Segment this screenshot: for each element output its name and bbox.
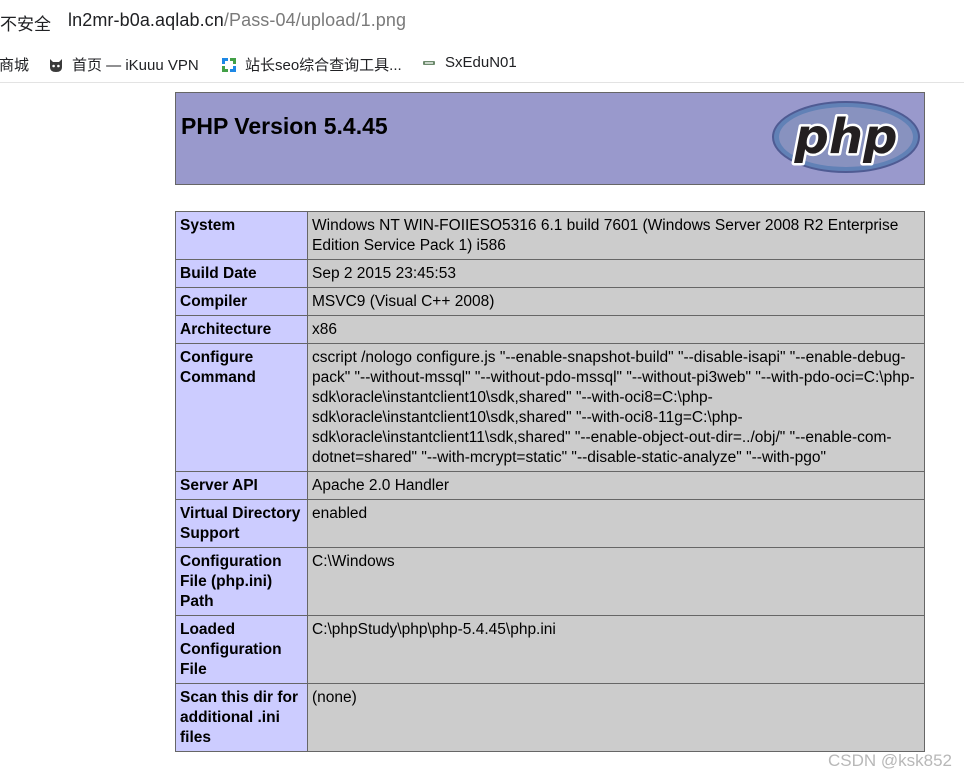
row-key: Scan this dir for additional .ini files	[175, 683, 308, 752]
bookmark-item-ikuuu[interactable]: 首页 — iKuuu VPN	[48, 54, 199, 75]
seo-tool-icon	[221, 57, 237, 73]
php-version-title: PHP Version 5.4.45	[181, 113, 388, 139]
row-value: Apache 2.0 Handler	[307, 471, 925, 500]
phpinfo-table: System Windows NT WIN-FOIIESO5316 6.1 bui…	[175, 211, 925, 752]
table-row: Configuration File (php.ini) Path C:\Wind…	[175, 547, 925, 616]
table-row: Architecture x86	[175, 315, 925, 344]
url-path: /Pass-04/upload/1.png	[223, 10, 407, 30]
sx-site-icon	[421, 55, 437, 71]
bookmark-label: SxEduN01	[445, 54, 517, 71]
row-key: Loaded Configuration File	[175, 615, 308, 684]
csdn-watermark: CSDN @ksk852	[828, 751, 953, 770]
table-row: Server API Apache 2.0 Handler	[175, 471, 925, 500]
php-logo[interactable]: php php	[771, 99, 921, 180]
table-row: Build Date Sep 2 2015 23:45:53	[175, 259, 925, 288]
row-value: MSVC9 (Visual C++ 2008)	[307, 287, 925, 316]
table-row: System Windows NT WIN-FOIIESO5316 6.1 bui…	[175, 211, 925, 260]
table-row: Compiler MSVC9 (Visual C++ 2008)	[175, 287, 925, 316]
cat-icon	[48, 57, 64, 73]
row-key: Configuration File (php.ini) Path	[175, 547, 308, 616]
php-logo-text: php	[794, 109, 898, 165]
bookmark-label: 站长seo综合查询工具...	[245, 57, 402, 74]
bookmark-label: 东商城	[0, 57, 30, 74]
security-indicator[interactable]: 不安全	[0, 10, 51, 35]
url-host: ln2mr-b0a.aqlab.cn	[68, 10, 224, 30]
row-key: Server API	[175, 471, 308, 500]
row-key: Virtual Directory Support	[175, 499, 308, 548]
php-version-header: PHP Version 5.4.45 php php	[175, 92, 925, 185]
row-value: Sep 2 2015 23:45:53	[307, 259, 925, 288]
row-value: Windows NT WIN-FOIIESO5316 6.1 build 760…	[307, 211, 925, 260]
bookmark-label: 首页 — iKuuu VPN	[72, 57, 199, 74]
row-value: cscript /nologo configure.js "--enable-s…	[307, 343, 925, 472]
bookmark-item-sxedu[interactable]: SxEduN01	[421, 54, 517, 71]
row-value: C:\phpStudy\php\php-5.4.45\php.ini	[307, 615, 925, 684]
table-row: Configure Command cscript /nologo configu…	[175, 343, 925, 472]
row-key: Configure Command	[175, 343, 308, 472]
table-row: Loaded Configuration File C:\phpStudy\php…	[175, 615, 925, 684]
url-text[interactable]: ln2mr-b0a.aqlab.cn/Pass-04/upload/1.png	[68, 10, 406, 31]
table-row: Virtual Directory Support enabled	[175, 499, 925, 548]
row-key: System	[175, 211, 308, 260]
row-value: (none)	[307, 683, 925, 752]
table-row: Scan this dir for additional .ini files(…	[175, 683, 925, 752]
row-value: x86	[307, 315, 925, 344]
row-value: C:\Windows	[307, 547, 925, 616]
row-value: enabled	[307, 499, 925, 548]
bookmark-item-1[interactable]: 东商城	[0, 54, 29, 75]
bookmark-item-seo[interactable]: 站长seo综合查询工具...	[221, 54, 402, 75]
row-key: Build Date	[175, 259, 308, 288]
bookmarks-bar: 东商城 首页 — iKuuu VPN 站长seo综合查询工具...	[0, 44, 964, 83]
address-bar[interactable]: 不安全 ln2mr-b0a.aqlab.cn/Pass-04/upload/1.…	[0, 0, 964, 44]
row-key: Compiler	[175, 287, 308, 316]
row-key: Architecture	[175, 315, 308, 344]
